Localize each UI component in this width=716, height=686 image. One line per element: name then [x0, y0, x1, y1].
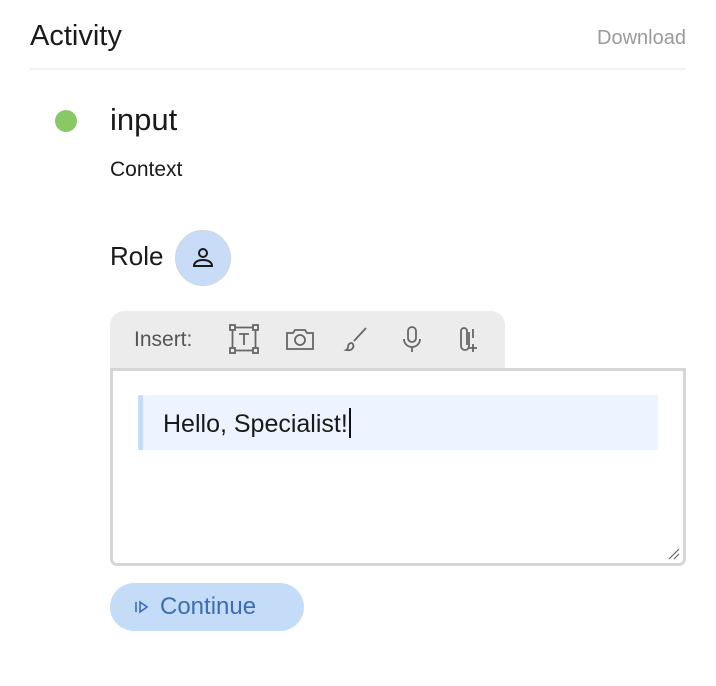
continue-label: Continue [160, 593, 257, 620]
attach-file-icon [460, 327, 477, 352]
text-box-icon [229, 324, 259, 354]
editor-paragraph[interactable]: Hello, Specialist! [138, 395, 658, 450]
download-link[interactable]: Download [597, 27, 686, 50]
role-label: Role [110, 241, 164, 271]
divider [30, 68, 686, 70]
page-title: Activity [30, 20, 122, 52]
insert-audio-button[interactable] [394, 321, 430, 357]
play-step-icon [135, 600, 149, 614]
microphone-icon [403, 326, 421, 352]
insert-photo-button[interactable] [282, 321, 318, 357]
status-dot [55, 110, 77, 132]
text-caret [348, 408, 351, 438]
continue-button[interactable]: Continue [110, 583, 304, 631]
context-label: Context [110, 158, 183, 181]
insert-label: Insert: [134, 328, 193, 351]
insert-text-button[interactable] [226, 321, 262, 357]
brush-icon [343, 327, 367, 352]
insert-toolbar: Insert: [110, 311, 505, 368]
step-name: input [110, 102, 178, 137]
message-editor[interactable]: Hello, Specialist! [110, 368, 686, 566]
camera-icon [286, 329, 314, 350]
attach-file-button[interactable] [450, 321, 486, 357]
editor-text[interactable]: Hello, Specialist! [163, 410, 348, 438]
resize-handle-icon[interactable] [668, 548, 680, 560]
person-icon [192, 248, 214, 267]
insert-drawing-button[interactable] [338, 321, 374, 357]
role-avatar-button[interactable] [175, 230, 231, 286]
